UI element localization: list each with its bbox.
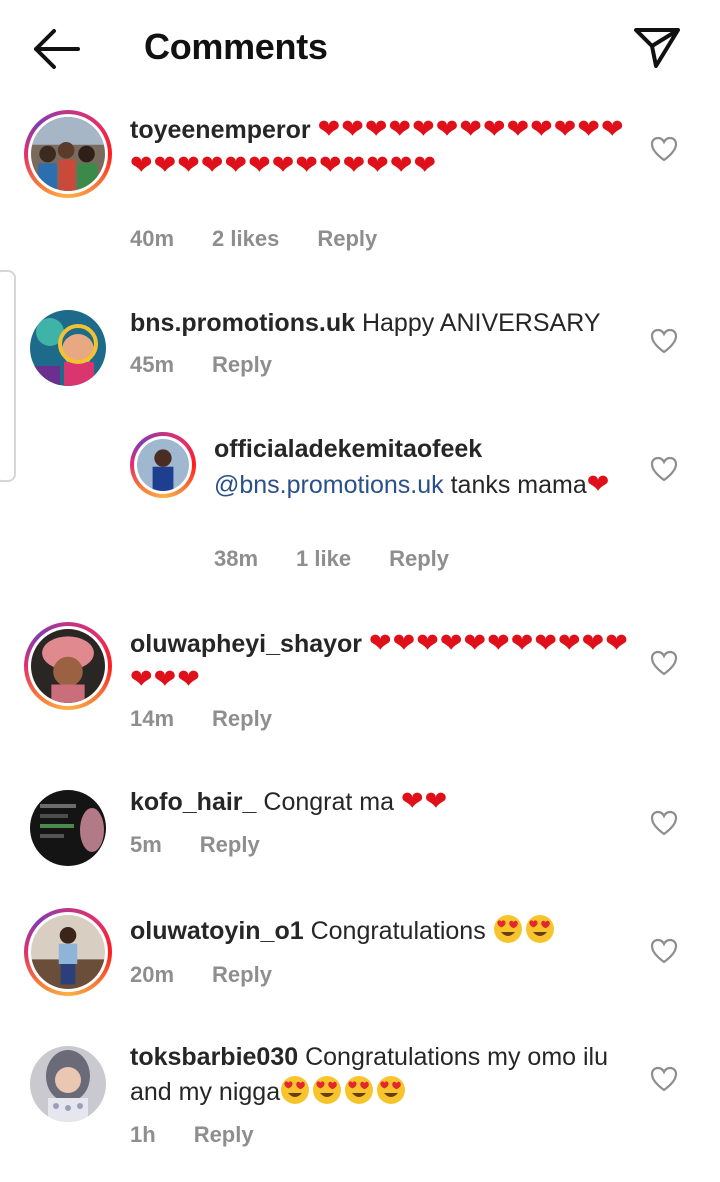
heart-outline-icon: [650, 456, 678, 482]
like-button[interactable]: [650, 1066, 678, 1092]
heart-outline-icon: [650, 136, 678, 162]
heart-emoji-icon: ❤: [586, 469, 611, 500]
comment-username[interactable]: toyeenemperor: [130, 116, 311, 144]
like-count[interactable]: 2 likes: [212, 226, 279, 251]
reply-button[interactable]: Reply: [317, 226, 377, 251]
side-panel-edge[interactable]: [0, 270, 16, 482]
comment-meta: 5m Reply: [130, 832, 298, 858]
avatar[interactable]: [30, 1046, 106, 1122]
comment-text: Congrat ma: [263, 788, 395, 816]
comment-username[interactable]: oluwatoyin_o1: [130, 917, 304, 945]
like-button[interactable]: [650, 650, 678, 676]
comment-text: Happy ANIVERSARY: [361, 309, 601, 337]
like-button[interactable]: [650, 328, 678, 354]
comment-username[interactable]: kofo_hair_: [130, 788, 256, 816]
comment-time: 5m: [130, 832, 162, 857]
comment-text: Congratulations: [310, 917, 486, 945]
like-count[interactable]: 1 like: [296, 546, 351, 571]
comment-username[interactable]: bns.promotions.uk: [130, 309, 355, 337]
comment-text: tanks mama: [450, 471, 587, 499]
comment-time: 20m: [130, 962, 175, 987]
comment-username[interactable]: officialadekemitaofeek: [214, 435, 482, 463]
like-button[interactable]: [650, 456, 678, 482]
like-button[interactable]: [650, 938, 678, 964]
comment-username[interactable]: toksbarbie030: [130, 1043, 298, 1071]
reply-button[interactable]: Reply: [212, 352, 272, 377]
mention-link[interactable]: @bns.promotions.uk: [214, 471, 444, 499]
like-button[interactable]: [650, 136, 678, 162]
avatar[interactable]: [24, 622, 112, 710]
heart-outline-icon: [650, 938, 678, 964]
header-bar: Comments: [0, 0, 720, 96]
avatar[interactable]: [24, 110, 112, 198]
avatar[interactable]: [24, 908, 112, 996]
heart-emoji-icon: ❤❤: [400, 786, 449, 817]
comment-meta: 40m 2 likes Reply: [130, 226, 415, 252]
arrow-left-icon: [34, 29, 80, 69]
avatar[interactable]: [130, 432, 196, 498]
reply-button[interactable]: Reply: [212, 706, 272, 731]
comment-time: 40m: [130, 226, 175, 251]
comment-meta: 45m Reply: [130, 352, 310, 378]
heart-eyes-emoji-icon: [344, 1075, 374, 1105]
heart-outline-icon: [650, 650, 678, 676]
back-button[interactable]: [30, 26, 82, 72]
comment-time: 1h: [130, 1122, 156, 1147]
comment-username[interactable]: oluwapheyi_shayor: [130, 630, 362, 658]
comment-time: 38m: [214, 546, 259, 571]
comment-meta: 38m 1 like Reply: [214, 546, 487, 572]
heart-eyes-emoji-icon: [280, 1075, 310, 1105]
page-title: Comments: [144, 26, 328, 67]
comment-meta: 1h Reply: [130, 1122, 292, 1148]
reply-button[interactable]: Reply: [389, 546, 449, 571]
paper-plane-icon: [634, 28, 680, 68]
reply-button[interactable]: Reply: [194, 1122, 254, 1147]
heart-eyes-emoji-icon: [312, 1075, 342, 1105]
avatar[interactable]: [30, 790, 106, 866]
share-button[interactable]: [632, 24, 682, 70]
reply-button[interactable]: Reply: [200, 832, 260, 857]
heart-outline-icon: [650, 1066, 678, 1092]
comment-meta: 14m Reply: [130, 706, 310, 732]
heart-eyes-emoji-icon: [525, 914, 555, 944]
comment-time: 14m: [130, 706, 175, 731]
heart-outline-icon: [650, 328, 678, 354]
heart-outline-icon: [650, 810, 678, 836]
comment-meta: 20m Reply: [130, 962, 310, 988]
heart-eyes-emoji-icon: [376, 1075, 406, 1105]
like-button[interactable]: [650, 810, 678, 836]
comment-time: 45m: [130, 352, 175, 377]
avatar[interactable]: [30, 310, 106, 386]
heart-eyes-emoji-icon: [493, 914, 523, 944]
reply-button[interactable]: Reply: [212, 962, 272, 987]
